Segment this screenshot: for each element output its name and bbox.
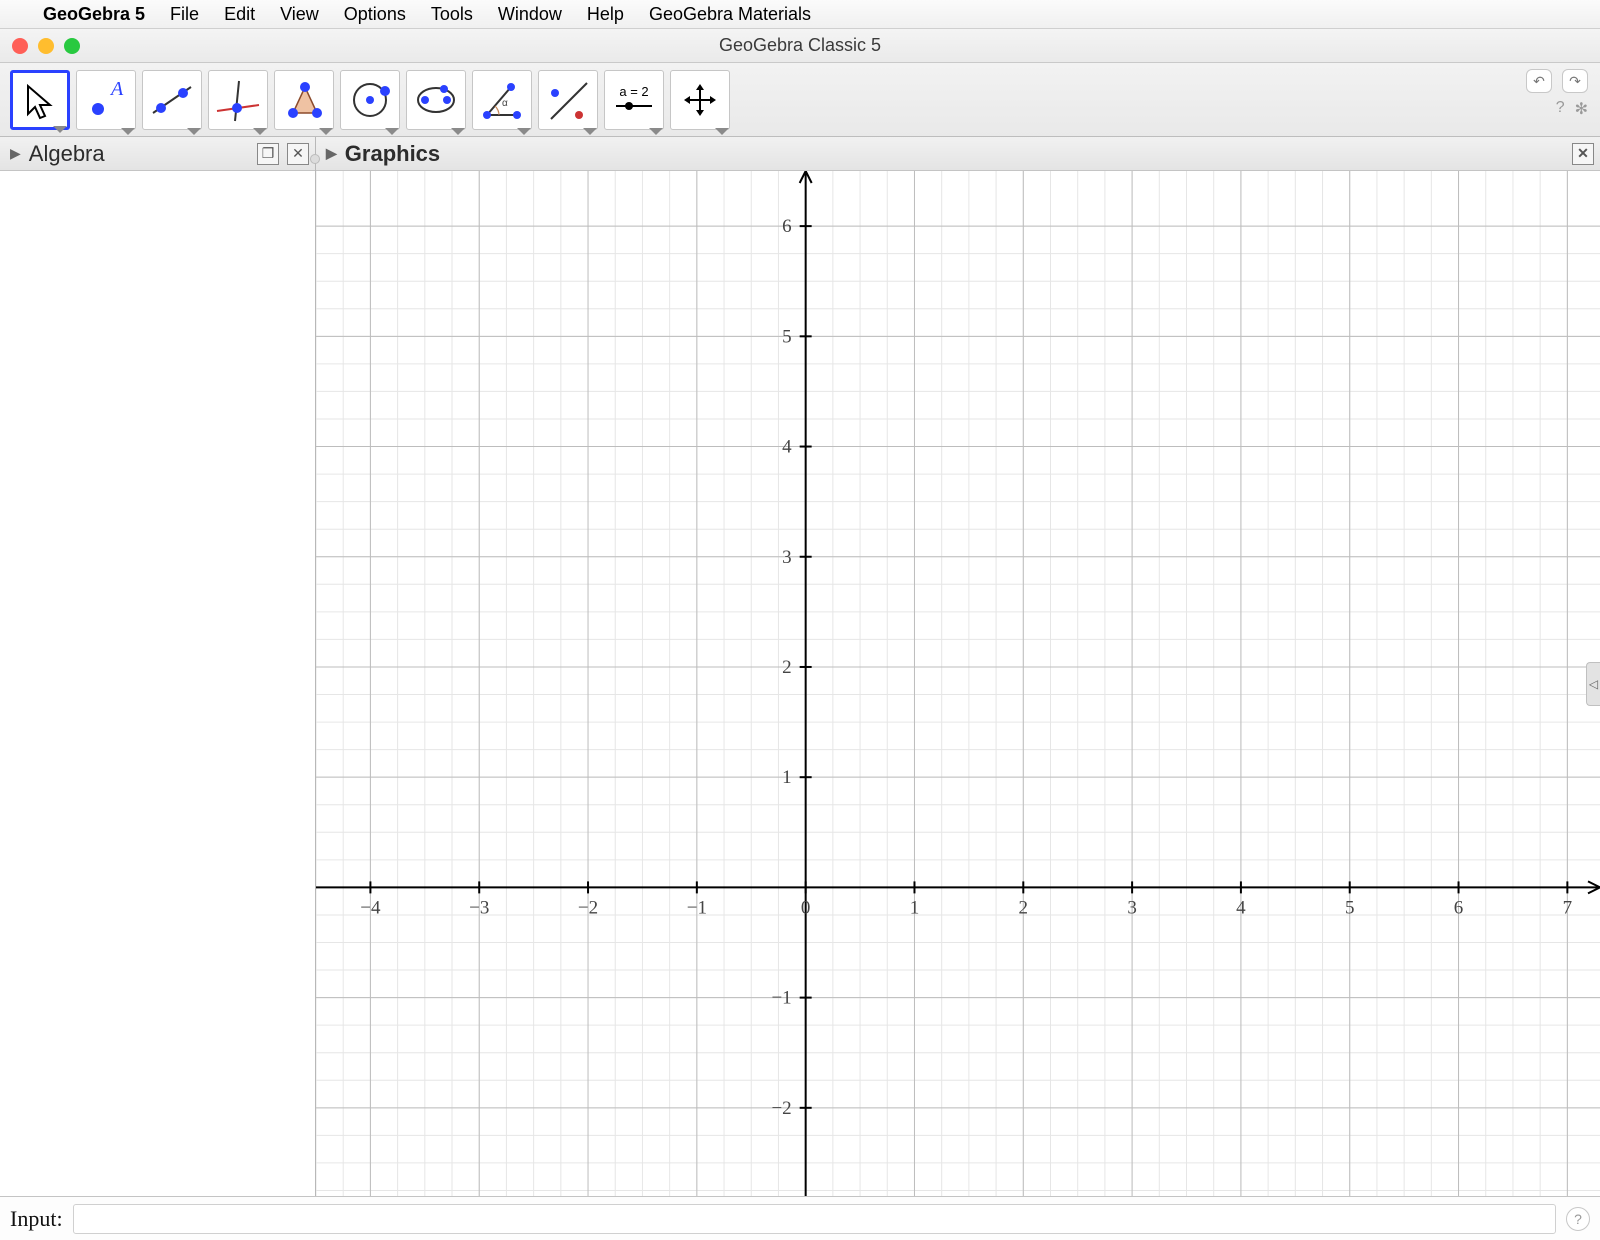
undo-button[interactable]: ↶: [1526, 69, 1552, 93]
graphics-panel: ▶ Graphics ✕ −4 −3 −2 −1 0 1 2 3 4 5 6 7 −2 −1 1 2 3 4 5 6 …: [316, 137, 1600, 1196]
svg-text:A: A: [109, 78, 124, 100]
svg-text:−3: −3: [469, 897, 489, 918]
svg-text:5: 5: [1345, 897, 1355, 918]
svg-text:2: 2: [782, 657, 792, 678]
svg-text:3: 3: [1127, 897, 1137, 918]
menubar-help[interactable]: Help: [587, 4, 624, 25]
tool-angle[interactable]: α: [472, 70, 532, 130]
svg-text:−1: −1: [687, 897, 707, 918]
window-titlebar: GeoGebra Classic 5: [0, 29, 1600, 63]
svg-text:6: 6: [782, 216, 792, 237]
svg-text:−2: −2: [578, 897, 598, 918]
algebra-content[interactable]: [0, 171, 315, 1196]
chevron-down-icon: [319, 128, 333, 135]
input-field[interactable]: [73, 1204, 1556, 1234]
svg-text:2: 2: [1019, 897, 1028, 918]
tool-circle[interactable]: [340, 70, 400, 130]
panels: ▶ Algebra ❐ ✕ ▶ Graphics ✕ −4 −3 −2 −1 0 1 2 3 4…: [0, 137, 1600, 1196]
svg-text:1: 1: [910, 897, 920, 918]
graphics-close-icon[interactable]: ✕: [1572, 143, 1594, 165]
chevron-down-icon: [121, 128, 135, 135]
algebra-header[interactable]: ▶ Algebra ❐ ✕: [0, 137, 315, 171]
svg-text:4: 4: [782, 437, 792, 458]
menubar-options[interactable]: Options: [344, 4, 406, 25]
preferences-icon[interactable]: ✻: [1575, 99, 1588, 119]
slider-text: a = 2: [613, 84, 655, 99]
splitter-handle[interactable]: [310, 154, 320, 164]
svg-text:7: 7: [1563, 897, 1573, 918]
chevron-down-icon: [715, 128, 729, 135]
chevron-down-icon: [583, 128, 597, 135]
window-controls: [12, 38, 80, 54]
macos-menubar: GeoGebra 5 File Edit View Options Tools …: [0, 0, 1600, 29]
tool-slider[interactable]: a = 2: [604, 70, 664, 130]
tool-reflect[interactable]: [538, 70, 598, 130]
menubar-materials[interactable]: GeoGebra Materials: [649, 4, 811, 25]
svg-text:3: 3: [782, 547, 792, 568]
zoom-window-button[interactable]: [64, 38, 80, 54]
graphics-title: Graphics: [345, 141, 440, 167]
input-label: Input:: [10, 1206, 63, 1232]
minimize-window-button[interactable]: [38, 38, 54, 54]
redo-button[interactable]: ↷: [1562, 69, 1588, 93]
tool-ellipse[interactable]: [406, 70, 466, 130]
menubar-app-name[interactable]: GeoGebra 5: [43, 4, 145, 25]
window-title: GeoGebra Classic 5: [0, 35, 1600, 56]
graphics-header[interactable]: ▶ Graphics ✕: [316, 137, 1600, 171]
chevron-down-icon: [517, 128, 531, 135]
close-window-button[interactable]: [12, 38, 28, 54]
algebra-close-icon[interactable]: ✕: [287, 143, 309, 165]
svg-text:6: 6: [1454, 897, 1464, 918]
svg-text:α: α: [502, 98, 508, 109]
tool-point[interactable]: A: [76, 70, 136, 130]
chevron-down-icon: [649, 128, 663, 135]
input-bar: Input: ?: [0, 1196, 1600, 1240]
graphics-view[interactable]: −4 −3 −2 −1 0 1 2 3 4 5 6 7 −2 −1 1 2 3 4 5 6 ◁: [316, 171, 1600, 1196]
svg-text:0: 0: [801, 897, 811, 918]
menubar-view[interactable]: View: [280, 4, 319, 25]
tool-move[interactable]: [10, 70, 70, 130]
menubar-edit[interactable]: Edit: [224, 4, 255, 25]
svg-text:5: 5: [782, 326, 792, 347]
tool-line[interactable]: [142, 70, 202, 130]
help-icon[interactable]: ?: [1556, 99, 1565, 119]
chevron-down-icon: [187, 128, 201, 135]
input-help-icon[interactable]: ?: [1566, 1207, 1590, 1231]
chevron-down-icon: [451, 128, 465, 135]
chevron-down-icon: [53, 126, 67, 133]
tool-move-view[interactable]: [670, 70, 730, 130]
chevron-down-icon: [385, 128, 399, 135]
svg-text:−2: −2: [771, 1098, 791, 1119]
algebra-panel: ▶ Algebra ❐ ✕: [0, 137, 316, 1196]
menubar-file[interactable]: File: [170, 4, 199, 25]
menubar-window[interactable]: Window: [498, 4, 562, 25]
tool-polygon[interactable]: [274, 70, 334, 130]
svg-text:1: 1: [782, 767, 792, 788]
svg-text:−1: −1: [771, 988, 791, 1009]
algebra-undock-icon[interactable]: ❐: [257, 143, 279, 165]
svg-text:−4: −4: [360, 897, 381, 918]
menubar-tools[interactable]: Tools: [431, 4, 473, 25]
toolbar: A α a = 2 ↶: [0, 63, 1600, 137]
algebra-title: Algebra: [29, 141, 105, 167]
triangle-right-icon: ▶: [326, 145, 337, 162]
triangle-right-icon: ▶: [10, 145, 21, 162]
expand-right-panel-icon[interactable]: ◁: [1586, 662, 1600, 706]
tool-perpendicular[interactable]: [208, 70, 268, 130]
svg-text:4: 4: [1236, 897, 1246, 918]
chevron-down-icon: [253, 128, 267, 135]
